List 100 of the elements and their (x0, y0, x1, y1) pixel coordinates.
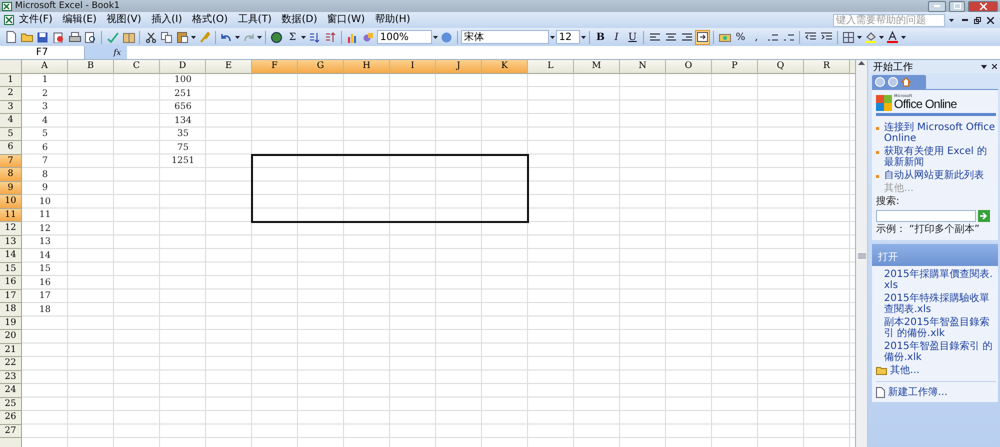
restore-icon[interactable] (974, 16, 981, 24)
column-header[interactable]: G (298, 60, 344, 74)
caret-icon[interactable] (257, 36, 262, 38)
dropdown-icon[interactable] (981, 64, 987, 68)
column-header[interactable]: N (620, 60, 666, 74)
row-header[interactable]: 16 (0, 276, 22, 290)
home-icon[interactable] (901, 77, 911, 87)
menu-item[interactable]: 窗口(W) (322, 13, 370, 27)
cell[interactable]: 6 (22, 141, 68, 154)
row-header[interactable]: 17 (0, 290, 22, 303)
cell[interactable]: 8 (22, 168, 68, 182)
close-icon[interactable] (987, 16, 994, 24)
row-header[interactable]: 7 (0, 154, 22, 168)
row-header[interactable]: 12 (0, 222, 22, 236)
row-header[interactable]: 3 (0, 100, 22, 114)
row-header[interactable]: 23 (0, 370, 22, 384)
column-header[interactable]: M (574, 60, 620, 74)
column-header[interactable]: P (712, 60, 758, 74)
minimize-icon[interactable] (928, 0, 946, 12)
row-header[interactable]: 1 (0, 74, 22, 87)
column-header[interactable]: E (206, 60, 252, 74)
file-link[interactable]: 2015年採購單價查閱表.xls (876, 269, 996, 291)
insert-function-button[interactable]: fx (85, 46, 127, 59)
menu-item[interactable]: 文件(F) (14, 13, 58, 27)
row-header[interactable]: 11 (0, 208, 22, 222)
splitter-icon[interactable] (858, 252, 866, 260)
comma-button[interactable]: , (749, 30, 764, 44)
font-field[interactable]: 宋体 (461, 30, 549, 44)
column-header[interactable]: F (252, 60, 298, 74)
column-header[interactable]: Q (758, 60, 804, 74)
menu-item[interactable]: 编辑(E) (58, 13, 102, 27)
column-header[interactable]: I (390, 60, 436, 74)
cell[interactable]: 100 (160, 74, 206, 87)
maximize-icon[interactable] (949, 0, 965, 12)
row-header[interactable]: 9 (0, 182, 22, 195)
forward-icon[interactable] (888, 77, 898, 87)
decrease-decimal-icon[interactable] (782, 32, 794, 42)
cell[interactable]: 1251 (160, 154, 206, 168)
align-left-icon[interactable] (650, 32, 660, 42)
cell[interactable]: 35 (160, 128, 206, 141)
caret-icon[interactable] (301, 36, 306, 38)
caret-icon[interactable] (581, 36, 586, 38)
row-header[interactable]: 26 (0, 411, 22, 424)
column-header[interactable]: O (666, 60, 712, 74)
cell[interactable]: 7 (22, 154, 68, 168)
menu-item[interactable]: 格式(O) (187, 13, 233, 27)
link[interactable]: 其他... (890, 365, 920, 376)
row-header[interactable]: 2 (0, 87, 22, 100)
cell[interactable]: 656 (160, 100, 206, 114)
zoom-field[interactable]: 100% (377, 30, 432, 44)
row-header[interactable]: 13 (0, 236, 22, 249)
cell[interactable]: 16 (22, 276, 68, 290)
cell[interactable]: 10 (22, 195, 68, 208)
caret-icon[interactable] (901, 36, 906, 38)
folder-icon[interactable] (876, 366, 887, 375)
column-header[interactable]: D (160, 60, 206, 74)
cell[interactable]: 251 (160, 87, 206, 100)
caret-icon[interactable] (235, 36, 240, 38)
cell[interactable]: 15 (22, 262, 68, 276)
percent-button[interactable]: % (733, 30, 748, 44)
menu-item[interactable]: 插入(I) (146, 13, 188, 27)
cell[interactable]: 9 (22, 182, 68, 195)
column-header[interactable]: C (114, 60, 160, 74)
column-header[interactable]: R (804, 60, 850, 74)
row-header[interactable]: 8 (0, 168, 22, 182)
row-header[interactable]: 22 (0, 357, 22, 370)
caret-icon[interactable] (949, 18, 954, 22)
back-icon[interactable] (875, 77, 885, 87)
row-header[interactable]: 15 (0, 262, 22, 276)
underline-button[interactable]: U (625, 30, 640, 44)
italic-button[interactable]: I (609, 30, 624, 44)
align-center-icon[interactable] (666, 32, 676, 42)
close-icon[interactable] (992, 64, 997, 69)
search-field[interactable] (876, 210, 976, 222)
file-link[interactable]: 2015年特殊採購驗收單查閱表.xls (876, 293, 996, 315)
row-header[interactable]: 24 (0, 384, 22, 398)
row-header[interactable]: 27 (0, 424, 22, 438)
autosum-button[interactable]: Σ (285, 30, 300, 44)
column-header[interactable]: A (22, 60, 68, 74)
cell[interactable]: 75 (160, 141, 206, 154)
row-header[interactable]: 5 (0, 128, 22, 141)
row-header[interactable]: 20 (0, 330, 22, 344)
cell[interactable]: 5 (22, 128, 68, 141)
link[interactable]: 新建工作簿... (888, 387, 948, 398)
column-header[interactable]: J (436, 60, 482, 74)
row-header[interactable]: 10 (0, 195, 22, 208)
link[interactable]: 自动从网站更新此列表 (884, 170, 984, 181)
excel-icon[interactable] (4, 15, 14, 25)
cell[interactable]: 18 (22, 303, 68, 316)
cell[interactable]: 1 (22, 74, 68, 87)
menu-item[interactable]: 视图(V) (102, 13, 146, 27)
cell[interactable]: 17 (22, 290, 68, 303)
cell[interactable]: 2 (22, 87, 68, 100)
row-header[interactable]: 18 (0, 303, 22, 316)
bold-button[interactable]: B (593, 30, 608, 44)
column-header[interactable]: B (68, 60, 114, 74)
row-header[interactable]: 14 (0, 249, 22, 262)
row-header[interactable]: 19 (0, 316, 22, 330)
cell[interactable]: 4 (22, 114, 68, 128)
caret-icon[interactable] (857, 36, 862, 38)
